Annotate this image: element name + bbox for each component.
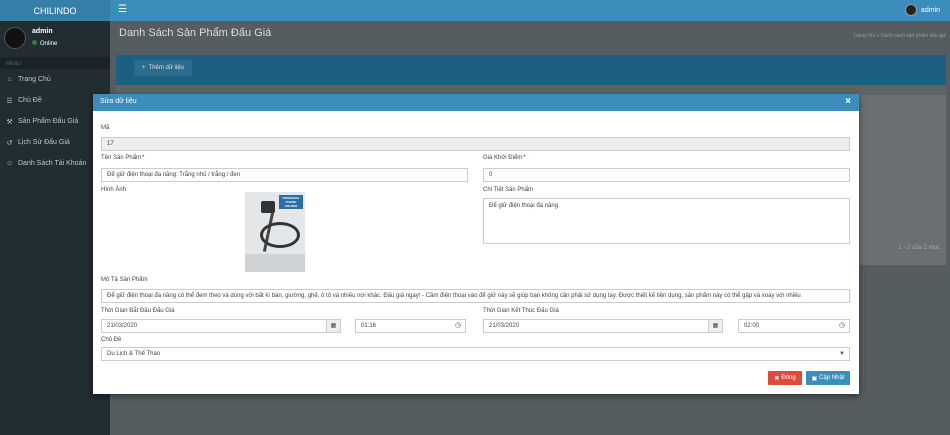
close-icon[interactable]: × <box>845 96 851 107</box>
image-phone <box>261 201 275 213</box>
end-time-label: Thời Gian Kết Thúc Đấu Giá <box>483 308 559 314</box>
pager-info: 1 - 2 của 2 mục <box>898 245 940 251</box>
sidebar-item-label: Chủ Đề <box>18 97 42 104</box>
end-date-value: 21/03/2020 <box>489 323 520 329</box>
end-time-input[interactable]: 02:00 ◷ <box>738 319 850 333</box>
image-floor <box>245 254 305 272</box>
save-icon: ▣ <box>811 375 818 382</box>
user-panel: admin Online <box>0 21 110 57</box>
start-time-input[interactable]: 01:16 ◷ <box>355 319 466 333</box>
topbar-username: admin <box>920 6 940 14</box>
category-label: Chủ Đề <box>101 337 122 343</box>
plus-icon: + <box>142 65 146 71</box>
id-label: Mã <box>101 125 110 131</box>
update-button-label: Cập Nhật <box>819 375 845 381</box>
calendar-icon[interactable]: ▦ <box>708 320 722 332</box>
top-navbar: ☰ admin <box>110 0 950 21</box>
sidebar-item-home[interactable]: ⌂ Trang Chủ <box>0 69 110 90</box>
start-time-value: 01:16 <box>361 323 377 329</box>
modal-header: Sửa dữ liệu × <box>93 94 859 111</box>
close-button[interactable]: ✖ Đóng <box>768 371 802 385</box>
modal-title: Sửa dữ liệu <box>100 98 137 105</box>
product-image[interactable]: UNIVERSAL PHONE HOLDER <box>245 192 305 272</box>
detail-label: Chi Tiết Sản Phẩm <box>483 187 534 193</box>
user-avatar <box>904 4 917 16</box>
sidebar-item-label: Trang Chủ <box>18 76 51 83</box>
start-date-input[interactable]: 21/03/2020 ▦ <box>101 319 341 333</box>
box-header: + Thêm dữ liệu <box>116 55 946 85</box>
start-time-label: Thời Gian Bắt Đầu Đấu Giá <box>101 308 175 314</box>
start-price-input[interactable]: 0 <box>483 168 850 182</box>
image-ring-light <box>260 222 300 248</box>
detail-textarea[interactable]: Để giữ điện thoại đa năng <box>483 198 850 244</box>
category-value: Du Lịch & Thể Thao <box>107 351 161 357</box>
start-price-label-text: Giá Khởi Điểm <box>483 155 523 161</box>
user-icon: ☺ <box>6 160 14 167</box>
sidebar-item-label: Lịch Sử Đấu Giá <box>18 139 70 146</box>
close-button-label: Đóng <box>781 375 796 381</box>
update-button[interactable]: ▣ Cập Nhật <box>806 371 850 385</box>
menu-header: MENU <box>0 57 110 69</box>
breadcrumb[interactable]: Trang chủ > Danh sách sản phẩm đấu giá <box>853 33 946 39</box>
page-title: Danh Sách Sản Phẩm Đấu Giá <box>119 27 272 39</box>
online-status: Online <box>32 40 57 47</box>
sidebar-avatar <box>4 27 26 49</box>
image-label: Hình Ảnh <box>101 187 127 193</box>
user-menu[interactable]: admin <box>904 4 940 16</box>
required-mark: * <box>142 155 145 161</box>
add-data-button[interactable]: + Thêm dữ liệu <box>134 60 192 76</box>
edit-modal: Sửa dữ liệu × Mã 17 Tên Sản Phẩm* Để giữ… <box>93 94 859 394</box>
required-mark: * <box>523 155 526 161</box>
clock-icon[interactable]: ◷ <box>451 320 465 332</box>
name-label-text: Tên Sản Phẩm <box>101 155 142 161</box>
history-icon: ↺ <box>6 139 13 147</box>
description-input[interactable]: Để giữ điện thoại đa năng có thể đem the… <box>101 289 850 303</box>
start-price-label: Giá Khởi Điểm* <box>483 155 526 161</box>
start-date-value: 21/03/2020 <box>107 323 138 329</box>
gavel-icon: ⚒ <box>6 118 13 126</box>
end-time-value: 02:00 <box>744 323 760 329</box>
sidebar-item-label: Sản Phẩm Đấu Giá <box>18 118 79 125</box>
name-input[interactable]: Để giữ điện thoại đa năng: Trắng nhũ / t… <box>101 168 468 182</box>
id-field: 17 <box>101 137 850 151</box>
chevron-down-icon: ▼ <box>839 351 845 357</box>
sidebar-item-label: Danh Sách Tài Khoản <box>18 160 87 167</box>
calendar-icon[interactable]: ▦ <box>326 320 340 332</box>
add-data-label: Thêm dữ liệu <box>148 65 184 71</box>
image-banner: UNIVERSAL PHONE HOLDER <box>279 195 303 209</box>
name-label: Tên Sản Phẩm* <box>101 155 144 161</box>
app-brand[interactable]: CHILINDO <box>0 0 110 21</box>
home-icon: ⌂ <box>7 76 12 83</box>
end-date-input[interactable]: 21/03/2020 ▦ <box>483 319 723 333</box>
list-icon: ☰ <box>6 97 13 105</box>
clock-icon[interactable]: ◷ <box>835 320 849 332</box>
category-select[interactable]: Du Lịch & Thể Thao ▼ <box>101 347 850 361</box>
sidebar-username: admin <box>32 28 53 35</box>
description-label: Mô Tả Sản Phẩm <box>101 277 148 283</box>
times-icon: ✖ <box>774 375 780 382</box>
hamburger-menu-icon[interactable]: ☰ <box>118 4 127 15</box>
